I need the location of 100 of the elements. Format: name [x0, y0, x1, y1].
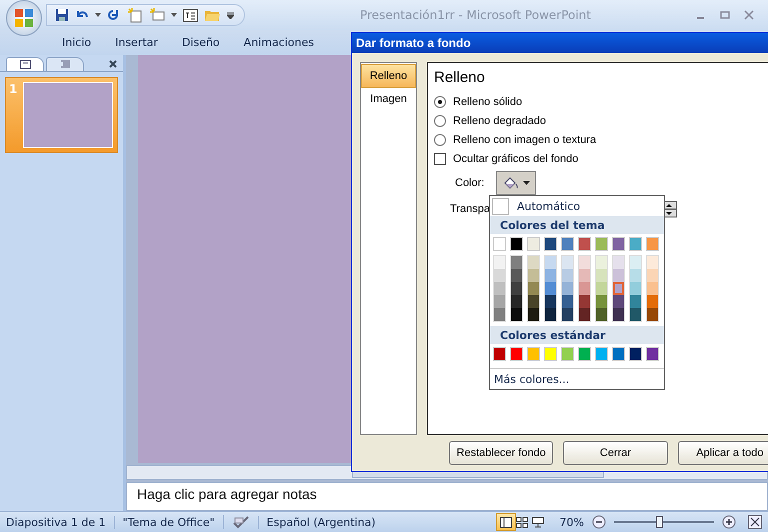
ribbon-tab[interactable]: Diseño	[170, 36, 232, 49]
color-swatch[interactable]	[511, 295, 522, 308]
new-slide-icon[interactable]	[149, 7, 165, 23]
color-swatch[interactable]	[646, 237, 659, 251]
spelling-check-icon[interactable]	[222, 515, 250, 529]
panel-tab[interactable]	[46, 57, 84, 71]
dropdown-icon[interactable]	[95, 13, 101, 17]
color-swatch[interactable]	[562, 308, 573, 321]
color-swatch[interactable]	[494, 295, 505, 308]
color-swatch[interactable]	[528, 308, 539, 321]
color-swatch[interactable]	[544, 237, 557, 251]
color-swatch[interactable]	[613, 295, 624, 308]
color-swatch[interactable]	[647, 308, 658, 321]
color-swatch[interactable]	[630, 282, 641, 295]
color-swatch[interactable]	[596, 308, 607, 321]
new-document-icon[interactable]	[127, 7, 143, 23]
color-swatch[interactable]	[494, 256, 505, 269]
more-colors-option[interactable]: Más colores...	[490, 368, 664, 389]
color-picker-button[interactable]	[496, 171, 536, 195]
color-swatch[interactable]	[511, 282, 522, 295]
color-swatch[interactable]	[493, 237, 506, 251]
office-button[interactable]	[6, 0, 42, 36]
color-swatch[interactable]	[545, 269, 556, 282]
color-swatch[interactable]	[613, 256, 624, 269]
radio-button[interactable]	[434, 114, 446, 126]
color-swatch[interactable]	[595, 237, 608, 251]
color-swatch[interactable]	[561, 237, 574, 251]
ribbon-tab[interactable]: Inicio	[50, 36, 104, 49]
color-swatch[interactable]	[562, 295, 573, 308]
color-swatch[interactable]	[561, 347, 574, 361]
color-swatch[interactable]	[579, 308, 590, 321]
color-swatch[interactable]	[562, 256, 573, 269]
dialog-button[interactable]: Aplicar a todo	[678, 441, 768, 465]
dropdown-icon[interactable]	[171, 13, 177, 17]
automatic-option[interactable]: Automático	[490, 196, 664, 216]
color-swatch[interactable]	[613, 308, 624, 321]
color-swatch[interactable]	[596, 295, 607, 308]
color-swatch[interactable]	[612, 347, 625, 361]
color-swatch[interactable]	[528, 282, 539, 295]
color-swatch[interactable]	[630, 256, 641, 269]
maximize-icon[interactable]	[720, 10, 730, 20]
color-swatch[interactable]	[647, 282, 658, 295]
color-swatch[interactable]	[579, 269, 590, 282]
color-swatch[interactable]	[579, 256, 590, 269]
dialog-button[interactable]: Cerrar	[563, 441, 668, 465]
color-swatch[interactable]	[493, 347, 506, 361]
nav-item[interactable]: Imagen	[361, 88, 416, 110]
color-swatch[interactable]	[578, 347, 591, 361]
language[interactable]: Español (Argentina)	[258, 516, 376, 528]
radio-button[interactable]	[434, 134, 446, 146]
dialog-button[interactable]: Restablecer fondo	[449, 441, 554, 465]
color-swatch[interactable]	[596, 282, 607, 295]
color-swatch[interactable]	[511, 308, 522, 321]
color-swatch[interactable]	[647, 269, 658, 282]
color-swatch[interactable]	[647, 256, 658, 269]
zoom-out-icon[interactable]	[592, 515, 606, 529]
color-swatch[interactable]	[545, 308, 556, 321]
text-box-icon[interactable]	[183, 8, 198, 22]
color-swatch[interactable]	[630, 295, 641, 308]
zoom-in-icon[interactable]	[722, 515, 736, 529]
radio-button[interactable]	[434, 96, 446, 108]
color-swatch[interactable]	[511, 256, 522, 269]
color-swatch[interactable]	[528, 269, 539, 282]
color-swatch[interactable]	[579, 282, 590, 295]
color-swatch[interactable]	[510, 237, 523, 251]
color-swatch[interactable]	[578, 237, 591, 251]
notes-field[interactable]: Haga clic para agregar notas	[126, 482, 768, 511]
color-swatch[interactable]	[545, 256, 556, 269]
color-swatch[interactable]	[579, 295, 590, 308]
color-swatch[interactable]	[494, 308, 505, 321]
color-swatch[interactable]	[528, 295, 539, 308]
checkbox[interactable]	[434, 152, 446, 164]
color-swatch[interactable]	[613, 282, 624, 295]
nav-item[interactable]: Relleno	[361, 64, 416, 88]
color-swatch[interactable]	[510, 347, 523, 361]
color-swatch[interactable]	[494, 269, 505, 282]
ribbon-tab[interactable]: Animaciones	[232, 36, 326, 49]
color-swatch[interactable]	[527, 237, 540, 251]
color-swatch[interactable]	[527, 347, 540, 361]
color-swatch[interactable]	[562, 269, 573, 282]
close-icon[interactable]	[109, 60, 117, 68]
color-swatch[interactable]	[629, 237, 642, 251]
color-swatch[interactable]	[646, 347, 659, 361]
redo-icon[interactable]	[107, 8, 121, 22]
view-button[interactable]	[496, 513, 516, 531]
panel-tab[interactable]	[6, 57, 44, 71]
color-swatch[interactable]	[528, 256, 539, 269]
color-swatch[interactable]	[544, 347, 557, 361]
color-swatch[interactable]	[613, 269, 624, 282]
color-swatch[interactable]	[630, 308, 641, 321]
color-swatch[interactable]	[596, 256, 607, 269]
save-icon[interactable]	[55, 8, 69, 22]
folder-icon[interactable]	[204, 8, 221, 22]
ribbon-tab[interactable]: Insertar	[103, 36, 170, 49]
color-swatch[interactable]	[629, 347, 642, 361]
color-swatch[interactable]	[494, 282, 505, 295]
color-swatch[interactable]	[511, 269, 522, 282]
customize-icon[interactable]	[227, 12, 234, 18]
color-swatch[interactable]	[545, 295, 556, 308]
fit-to-window-icon[interactable]	[748, 515, 762, 529]
